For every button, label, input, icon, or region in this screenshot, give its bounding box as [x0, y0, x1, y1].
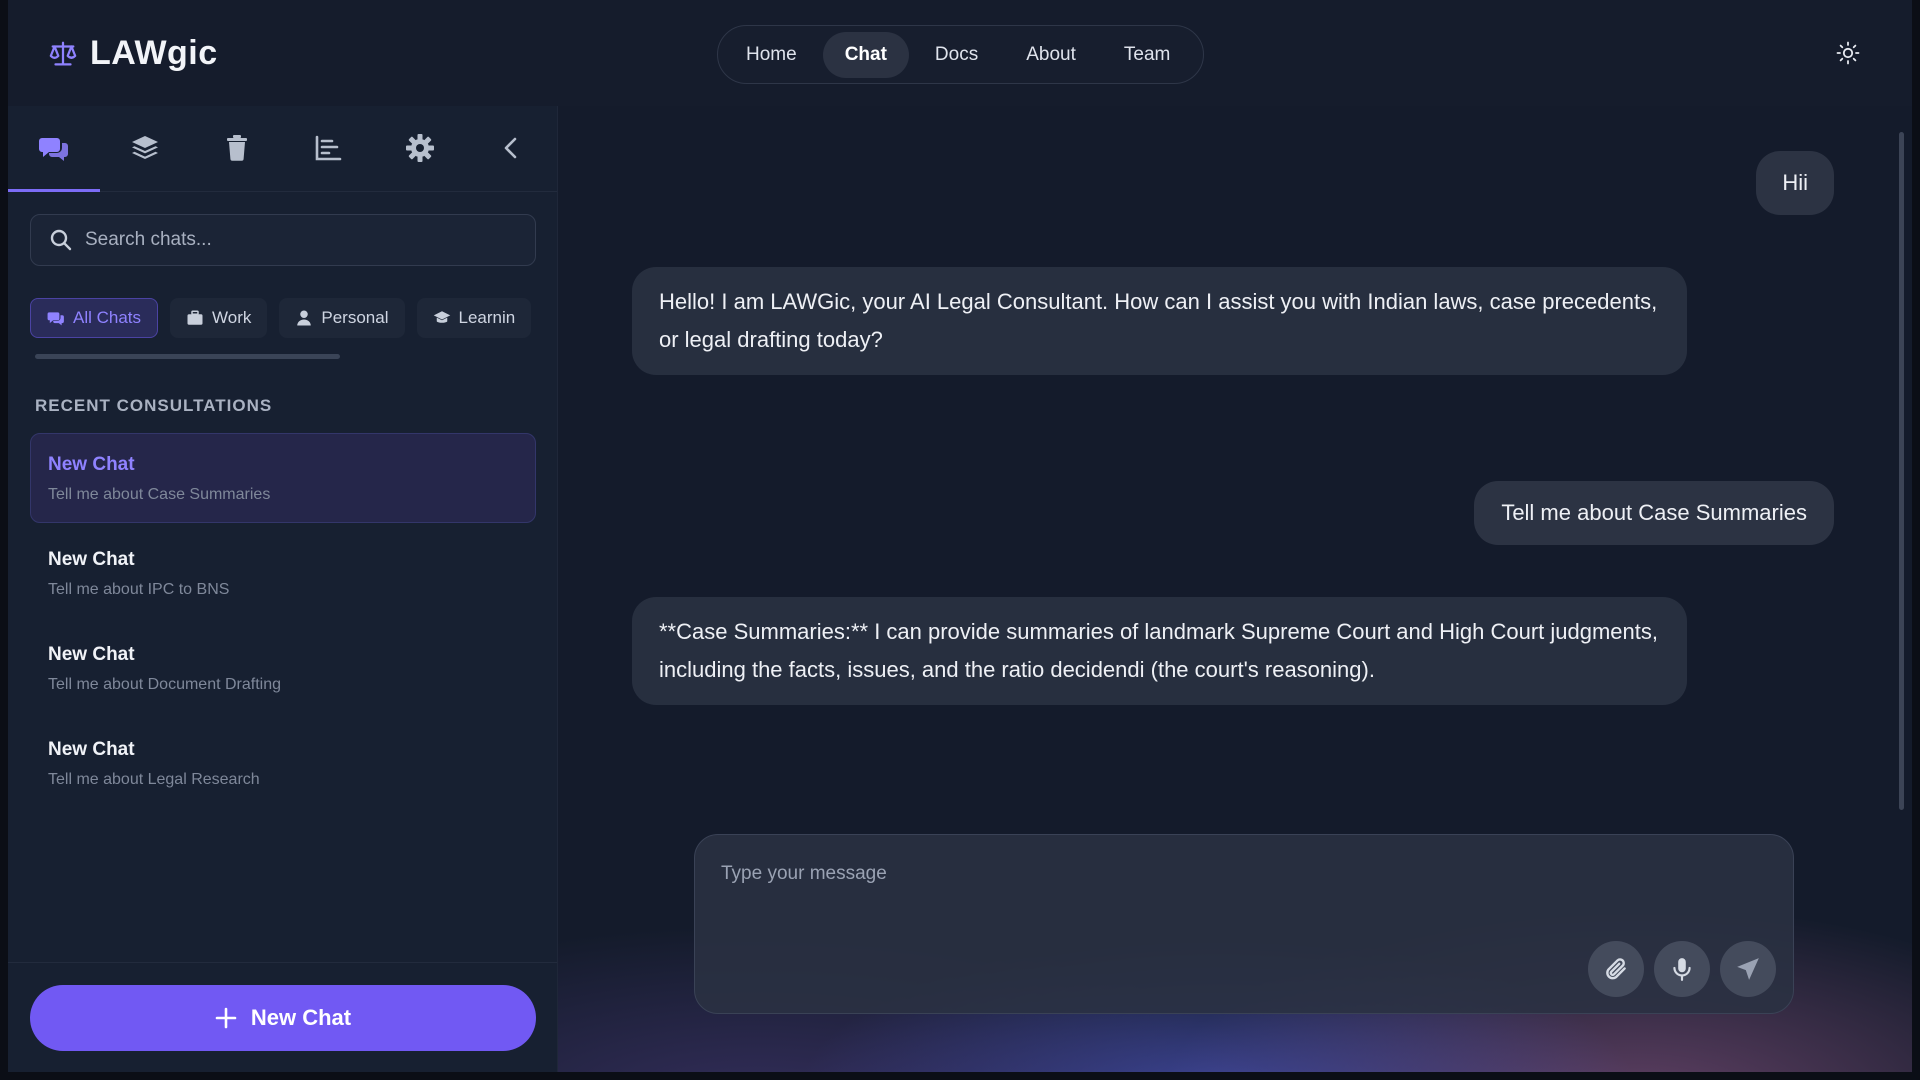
send-button[interactable] [1720, 941, 1776, 997]
filter-personal[interactable]: Personal [279, 298, 405, 338]
list-item[interactable]: New Chat Tell me about IPC to BNS [30, 528, 536, 618]
message-input[interactable] [721, 863, 1761, 933]
tab-collapse[interactable] [466, 105, 558, 191]
list-item[interactable]: New Chat Tell me about Case Summaries [30, 433, 536, 523]
gear-icon [404, 132, 436, 164]
nav-chat[interactable]: Chat [822, 31, 909, 78]
filter-all-chats[interactable]: All Chats [30, 298, 159, 338]
filter-scrollbar[interactable] [35, 354, 340, 359]
brand-name: LAWgic [90, 34, 218, 72]
chat-title: New Chat [48, 454, 135, 475]
filter-label: All Chats [73, 308, 142, 327]
filter-chips: All Chats Work Personal Learnin [30, 298, 536, 338]
sidebar-footer: New Chat [8, 962, 557, 1072]
chats-icon [38, 132, 70, 164]
nav-home[interactable]: Home [724, 32, 819, 78]
nav-team[interactable]: Team [1102, 32, 1192, 78]
briefcase-icon [186, 309, 204, 327]
sidebar-tabs [8, 106, 557, 192]
new-chat-button[interactable]: New Chat [30, 985, 536, 1051]
chat-subtitle: Tell me about IPC to BNS [48, 581, 230, 598]
user-icon [295, 309, 313, 327]
send-icon [1735, 956, 1761, 982]
brand-logo[interactable]: LAWgic [48, 34, 218, 73]
tab-trash[interactable] [191, 105, 283, 191]
filter-label: Personal [321, 308, 389, 327]
chat-panel: Hii Hello! I am LAWGic, your AI Legal Co… [558, 106, 1912, 1072]
sun-icon[interactable] [1836, 41, 1860, 65]
filter-learning[interactable]: Learnin [416, 298, 532, 338]
list-item[interactable]: New Chat Tell me about Legal Research [30, 718, 536, 808]
tab-chats[interactable] [8, 105, 100, 192]
chart-icon [312, 132, 344, 164]
message-composer [694, 834, 1794, 1014]
chat-subtitle: Tell me about Document Drafting [48, 676, 281, 693]
tab-analytics[interactable] [283, 105, 375, 191]
attach-button[interactable] [1588, 941, 1644, 997]
main-nav: Home Chat Docs About Team [717, 25, 1204, 84]
search-icon [49, 228, 73, 252]
layers-icon [129, 132, 161, 164]
search-input[interactable] [85, 229, 505, 251]
assistant-message: **Case Summaries:** I can provide summar… [632, 597, 1687, 705]
chat-list: New Chat Tell me about Case Summaries Ne… [30, 433, 536, 813]
graduation-cap-icon [433, 309, 451, 327]
sidebar: All Chats Work Personal Learnin [8, 106, 558, 1072]
voice-button[interactable] [1654, 941, 1710, 997]
chat-subtitle: Tell me about Case Summaries [48, 486, 271, 503]
chat-scrollbar[interactable] [1899, 132, 1904, 810]
app-window: LAWgic Home Chat Docs About Team Search … [8, 0, 1912, 1072]
top-header: LAWgic Home Chat Docs About Team [8, 0, 1912, 106]
trash-icon [221, 132, 253, 164]
paperclip-icon [1603, 956, 1629, 982]
plus-icon [215, 1007, 237, 1029]
search-box [30, 214, 536, 266]
user-message: Tell me about Case Summaries [1474, 481, 1834, 545]
section-title: RECENT CONSULTATIONS [35, 396, 273, 415]
list-item[interactable]: New Chat Tell me about Document Drafting [30, 623, 536, 713]
user-message: Hii [1756, 151, 1834, 215]
scales-icon [48, 39, 78, 69]
filter-label: Learnin [458, 308, 516, 327]
chevron-left-icon [495, 132, 527, 164]
assistant-message: Hello! I am LAWGic, your AI Legal Consul… [632, 267, 1687, 375]
chats-icon [47, 309, 65, 327]
filter-work[interactable]: Work [170, 298, 268, 338]
nav-about[interactable]: About [1004, 32, 1098, 78]
new-chat-label: New Chat [250, 1005, 352, 1030]
filter-label: Work [212, 308, 252, 327]
chat-title: New Chat [48, 739, 135, 760]
microphone-icon [1669, 956, 1695, 982]
nav-docs[interactable]: Docs [913, 32, 1000, 78]
chat-title: New Chat [48, 644, 135, 665]
chat-subtitle: Tell me about Legal Research [48, 771, 260, 788]
tab-collections[interactable] [100, 105, 192, 191]
tab-settings[interactable] [374, 105, 466, 191]
chat-title: New Chat [48, 549, 135, 570]
